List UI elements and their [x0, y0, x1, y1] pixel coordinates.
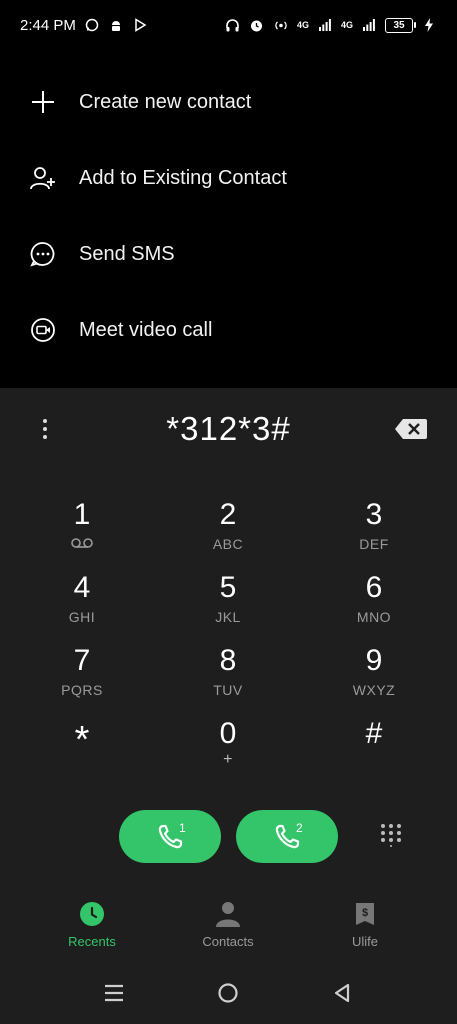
system-navigation-bar — [0, 978, 457, 1014]
key-6[interactable]: 6 MNO — [314, 571, 434, 641]
call-sim1-button[interactable]: 1 — [119, 810, 221, 863]
tab-label: Ulife — [351, 934, 378, 949]
send-sms-item[interactable]: Send SMS — [0, 216, 457, 292]
whatsapp-icon — [84, 17, 100, 33]
back-button[interactable] — [327, 978, 357, 1008]
plus-icon — [29, 88, 57, 116]
signal-icon-2 — [361, 17, 377, 33]
clock-icon — [42, 900, 142, 928]
menu-item-label: Meet video call — [79, 318, 213, 341]
svg-text:$: $ — [362, 907, 368, 919]
key-digit: # — [365, 717, 383, 750]
menu-item-label: Add to Existing Contact — [79, 166, 287, 189]
call-sim2-button[interactable]: 2 — [236, 810, 338, 863]
key-digit: 8 — [219, 644, 237, 677]
key-digit: 4 — [73, 571, 91, 604]
key-letters: + — [223, 751, 233, 768]
number-entry-row: *312*3# — [0, 388, 457, 472]
key-0[interactable]: 0 + — [168, 717, 288, 787]
network-label-2: 4G — [340, 20, 353, 30]
key-9[interactable]: 9 WXYZ — [314, 644, 434, 714]
tab-label: Recents — [68, 934, 116, 949]
key-digit: 1 — [73, 498, 91, 531]
video-call-icon — [29, 316, 57, 344]
battery-indicator: 35 — [385, 17, 416, 33]
wallet-icon: $ — [315, 900, 415, 928]
key-digit: 0 — [219, 717, 237, 750]
key-digit: 9 — [365, 644, 383, 677]
person-icon — [178, 900, 278, 928]
menu-icon — [105, 984, 123, 1002]
keypad-toggle-button[interactable] — [376, 820, 406, 850]
voicemail-icon — [22, 536, 142, 552]
alarm-icon — [249, 17, 265, 33]
key-digit: 3 — [365, 498, 383, 531]
key-star[interactable]: * — [22, 720, 142, 790]
key-letters: MNO — [356, 609, 392, 625]
menu-item-label: Send SMS — [79, 242, 175, 265]
hotspot-icon — [273, 17, 289, 33]
play-store-icon — [132, 17, 148, 33]
key-7[interactable]: 7 PQRS — [22, 644, 142, 714]
key-letters: WXYZ — [352, 682, 396, 698]
headphones-icon — [225, 17, 241, 33]
bottom-navigation: Recents Contacts $ Ulife — [0, 900, 457, 960]
key-digit: * — [74, 719, 90, 761]
key-digit: 5 — [219, 571, 237, 604]
add-to-existing-contact-item[interactable]: Add to Existing Contact — [0, 140, 457, 216]
key-digit: 6 — [365, 571, 383, 604]
key-1[interactable]: 1 — [22, 498, 142, 568]
meet-video-call-item[interactable]: Meet video call — [0, 292, 457, 368]
key-letters: GHI — [68, 609, 96, 625]
key-letters: DEF — [359, 536, 389, 552]
charging-icon — [421, 17, 437, 33]
message-icon — [29, 240, 57, 268]
dialed-number[interactable]: *312*3# — [0, 410, 457, 448]
key-4[interactable]: 4 GHI — [22, 571, 142, 641]
network-label-1: 4G — [296, 20, 309, 30]
tab-ulife[interactable]: $ Ulife — [315, 900, 415, 949]
recent-apps-button[interactable] — [99, 978, 129, 1008]
create-new-contact-item[interactable]: Create new contact — [0, 64, 457, 140]
key-2[interactable]: 2 ABC — [168, 498, 288, 568]
number-actions-menu: Create new contact Add to Existing Conta… — [0, 64, 457, 368]
key-letters: TUV — [213, 682, 243, 698]
backspace-button[interactable] — [392, 416, 430, 442]
home-button[interactable] — [213, 978, 243, 1008]
add-person-icon — [29, 164, 57, 192]
key-digit: 2 — [219, 498, 237, 531]
back-triangle-icon — [334, 983, 350, 1003]
home-circle-icon — [218, 983, 238, 1003]
key-3[interactable]: 3 DEF — [314, 498, 434, 568]
status-bar: 2:44 PM 4G 4G 35 — [0, 0, 457, 50]
key-letters: JKL — [215, 609, 241, 625]
tab-label: Contacts — [202, 934, 254, 949]
android-icon — [108, 17, 124, 33]
key-letters: ABC — [212, 536, 244, 552]
menu-item-label: Create new contact — [79, 90, 252, 113]
dialer-panel: *312*3# 1 2 ABC 3 DEF 4 GHI 5 JKL 6 MNO … — [0, 388, 457, 1024]
tab-recents[interactable]: Recents — [42, 900, 142, 949]
sim2-label: 2 — [296, 821, 303, 835]
backspace-icon — [395, 419, 427, 439]
tab-contacts[interactable]: Contacts — [178, 900, 278, 949]
signal-icon — [317, 17, 333, 33]
key-5[interactable]: 5 JKL — [168, 571, 288, 641]
sim1-label: 1 — [179, 821, 186, 835]
key-hash[interactable]: # — [314, 717, 434, 787]
key-8[interactable]: 8 TUV — [168, 644, 288, 714]
key-digit: 7 — [73, 644, 91, 677]
call-buttons-row: 1 2 — [0, 810, 457, 866]
key-letters: PQRS — [61, 682, 103, 698]
dialpad-icon — [381, 824, 401, 847]
status-time: 2:44 PM — [20, 16, 76, 34]
